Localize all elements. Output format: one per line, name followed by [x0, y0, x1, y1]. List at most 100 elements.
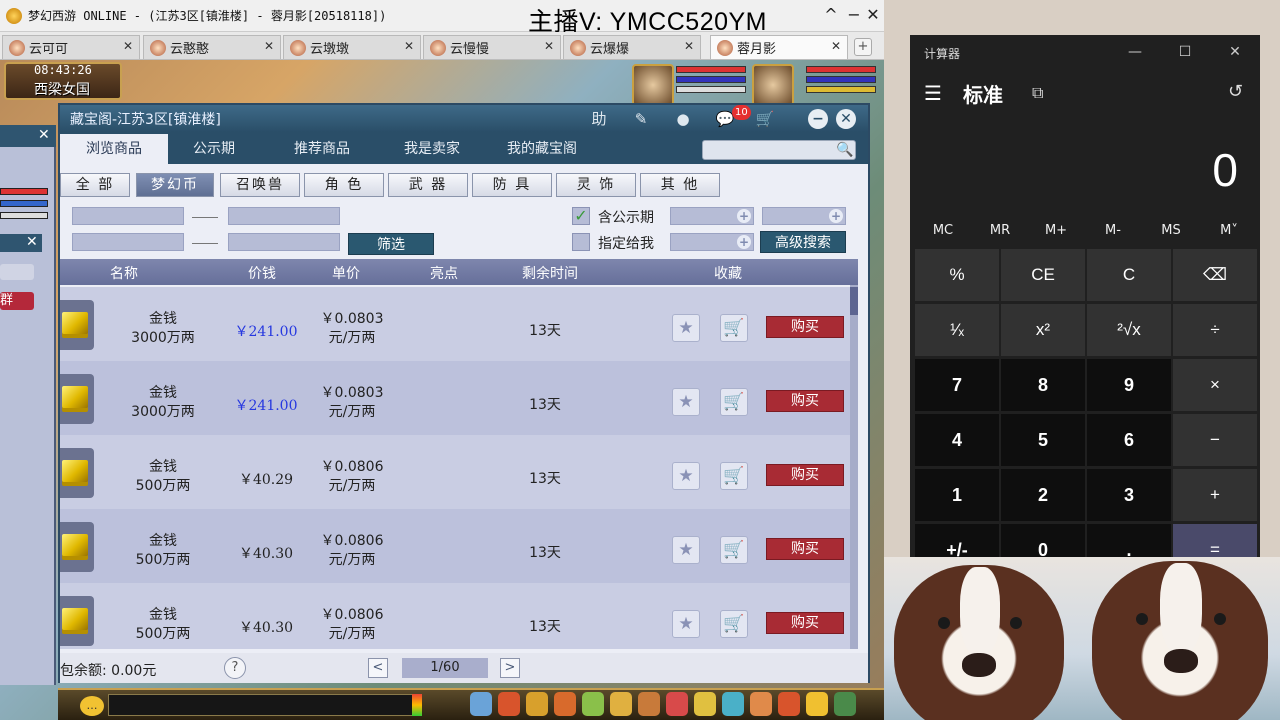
character-portrait[interactable] [752, 64, 794, 106]
tab-1[interactable]: 云憨憨 ✕ [143, 35, 281, 59]
clear-key[interactable]: C [1087, 249, 1171, 301]
favorite-star-icon[interactable]: ★ [672, 610, 700, 638]
category-weapon[interactable]: 武 器 [388, 173, 468, 197]
table-row[interactable]: 金钱 3000万两 ￥241.00 ￥0.0803 元/万两 13天 ★ 🛒 购买 [60, 361, 850, 435]
max-price-input[interactable] [228, 207, 340, 225]
calc-maximize-button[interactable]: ☐ [1174, 41, 1196, 63]
edit-icon[interactable]: ✎ [630, 108, 652, 130]
tab-i-am-seller[interactable]: 我是卖家 [378, 134, 486, 164]
assigned-select[interactable]: + [670, 233, 754, 251]
multiply-key[interactable]: × [1173, 359, 1257, 411]
scrollbar-thumb[interactable] [850, 287, 858, 315]
panel-close-button[interactable]: ✕ [836, 109, 856, 129]
activity-tool-icon[interactable] [778, 692, 800, 716]
left-subpanel-button[interactable] [0, 264, 34, 280]
buy-button[interactable]: 购买 [766, 316, 844, 338]
team-tool-icon[interactable] [582, 692, 604, 716]
pet-tool-icon[interactable] [610, 692, 632, 716]
mission-tool-icon[interactable] [638, 692, 660, 716]
gang-tool-icon[interactable] [666, 692, 688, 716]
tab-my-pavilion[interactable]: 我的藏宝阁 [488, 134, 596, 164]
memory-store-button[interactable]: MS [1151, 223, 1191, 238]
advanced-search-button[interactable]: 高级搜索 [760, 231, 846, 253]
memory-subtract-button[interactable]: M- [1093, 223, 1133, 238]
category-all[interactable]: 全 部 [60, 173, 130, 197]
tab-4[interactable]: 云爆爆 ✕ [563, 35, 701, 59]
tab-2[interactable]: 云墩墩 ✕ [283, 35, 421, 59]
trade-tool-icon[interactable] [554, 692, 576, 716]
search-input[interactable] [702, 140, 856, 160]
category-summon-beast[interactable]: 召唤兽 [220, 173, 300, 197]
prev-page-button[interactable]: < [368, 658, 388, 678]
record-icon[interactable]: ● [672, 108, 694, 130]
equals-key[interactable]: = [1173, 524, 1257, 560]
memory-list-button[interactable]: M˅ [1209, 223, 1249, 238]
tab-close-icon[interactable]: ✕ [684, 39, 694, 53]
digit-0-key[interactable]: 0 [1001, 524, 1085, 560]
decimal-key[interactable]: . [1087, 524, 1171, 560]
add-to-cart-icon[interactable]: 🛒 [720, 536, 748, 564]
table-row[interactable]: 金钱 500万两 ￥40.29 ￥0.0806 元/万两 13天 ★ 🛒 购买 [60, 435, 850, 509]
favorite-star-icon[interactable]: ★ [672, 388, 700, 416]
category-accessory[interactable]: 灵 饰 [556, 173, 636, 197]
buy-button[interactable]: 购买 [766, 612, 844, 634]
calc-minimize-button[interactable]: — [1124, 41, 1146, 63]
friend-tool-icon[interactable] [722, 692, 744, 716]
minus-key[interactable]: − [1173, 414, 1257, 466]
add-to-cart-icon[interactable]: 🛒 [720, 462, 748, 490]
column-name[interactable]: 名称 [110, 263, 138, 283]
server-select[interactable]: + [670, 207, 754, 225]
buy-button[interactable]: 购买 [766, 538, 844, 560]
next-page-button[interactable]: > [500, 658, 520, 678]
attack-tool-icon[interactable] [470, 692, 492, 716]
search-icon[interactable]: 🔍 [836, 140, 854, 160]
buy-button[interactable]: 购买 [766, 464, 844, 486]
cart-icon[interactable]: 🛒 [754, 108, 776, 130]
add-to-cart-icon[interactable]: 🛒 [720, 314, 748, 342]
digit-8-key[interactable]: 8 [1001, 359, 1085, 411]
tab-browse-goods[interactable]: 浏览商品 [60, 134, 168, 164]
digit-7-key[interactable]: 7 [915, 359, 999, 411]
table-row[interactable]: 金钱 3000万两 ￥241.00 ￥0.0803 元/万两 13天 ★ 🛒 购买 [60, 287, 850, 361]
min-unit-input[interactable] [72, 233, 184, 251]
tab-public-period[interactable]: 公示期 [160, 134, 268, 164]
filter-button[interactable]: 筛选 [348, 233, 434, 255]
keep-on-top-icon[interactable]: ⧉ [1032, 83, 1043, 103]
column-unit-price[interactable]: 单价 [332, 263, 360, 283]
memory-add-button[interactable]: M+ [1036, 223, 1076, 238]
tab-close-icon[interactable]: ✕ [831, 39, 841, 53]
quick-tool-icon[interactable] [694, 692, 716, 716]
menu-icon[interactable]: ☰ [924, 81, 942, 105]
add-to-cart-icon[interactable]: 🛒 [720, 610, 748, 638]
digit-3-key[interactable]: 3 [1087, 469, 1171, 521]
backspace-key[interactable]: ⌫ [1173, 249, 1257, 301]
category-character[interactable]: 角 色 [304, 173, 384, 197]
chat-emoji-icon[interactable]: … [80, 696, 104, 716]
tab-recommended[interactable]: 推荐商品 [268, 134, 376, 164]
system-tool-icon[interactable] [834, 692, 856, 716]
tab-3[interactable]: 云慢慢 ✕ [423, 35, 561, 59]
history-icon[interactable]: ↺ [1228, 81, 1243, 102]
favorite-star-icon[interactable]: ★ [672, 314, 700, 342]
include-public-checkbox[interactable]: ✓ [572, 207, 590, 225]
clear-entry-key[interactable]: CE [1001, 249, 1085, 301]
max-unit-input[interactable] [228, 233, 340, 251]
buy-button[interactable]: 购买 [766, 390, 844, 412]
help-button[interactable]: 助 [588, 108, 610, 130]
tab-close-icon[interactable]: ✕ [544, 39, 554, 53]
item-tool-icon[interactable] [498, 692, 520, 716]
category-game-currency[interactable]: 梦幻币 [136, 173, 214, 197]
category-other[interactable]: 其 他 [640, 173, 720, 197]
give-tool-icon[interactable] [526, 692, 548, 716]
digit-1-key[interactable]: 1 [915, 469, 999, 521]
divide-key[interactable]: ÷ [1173, 304, 1257, 356]
square-root-key[interactable]: ²√x [1087, 304, 1171, 356]
list-scrollbar[interactable] [850, 285, 858, 649]
chat-input[interactable] [108, 694, 414, 716]
square-key[interactable]: x² [1001, 304, 1085, 356]
min-price-input[interactable] [72, 207, 184, 225]
panel-minimize-button[interactable]: − [808, 109, 828, 129]
add-to-cart-icon[interactable]: 🛒 [720, 388, 748, 416]
left-subpanel-close-button[interactable]: ✕ [26, 234, 38, 250]
tab-close-icon[interactable]: ✕ [264, 39, 274, 53]
